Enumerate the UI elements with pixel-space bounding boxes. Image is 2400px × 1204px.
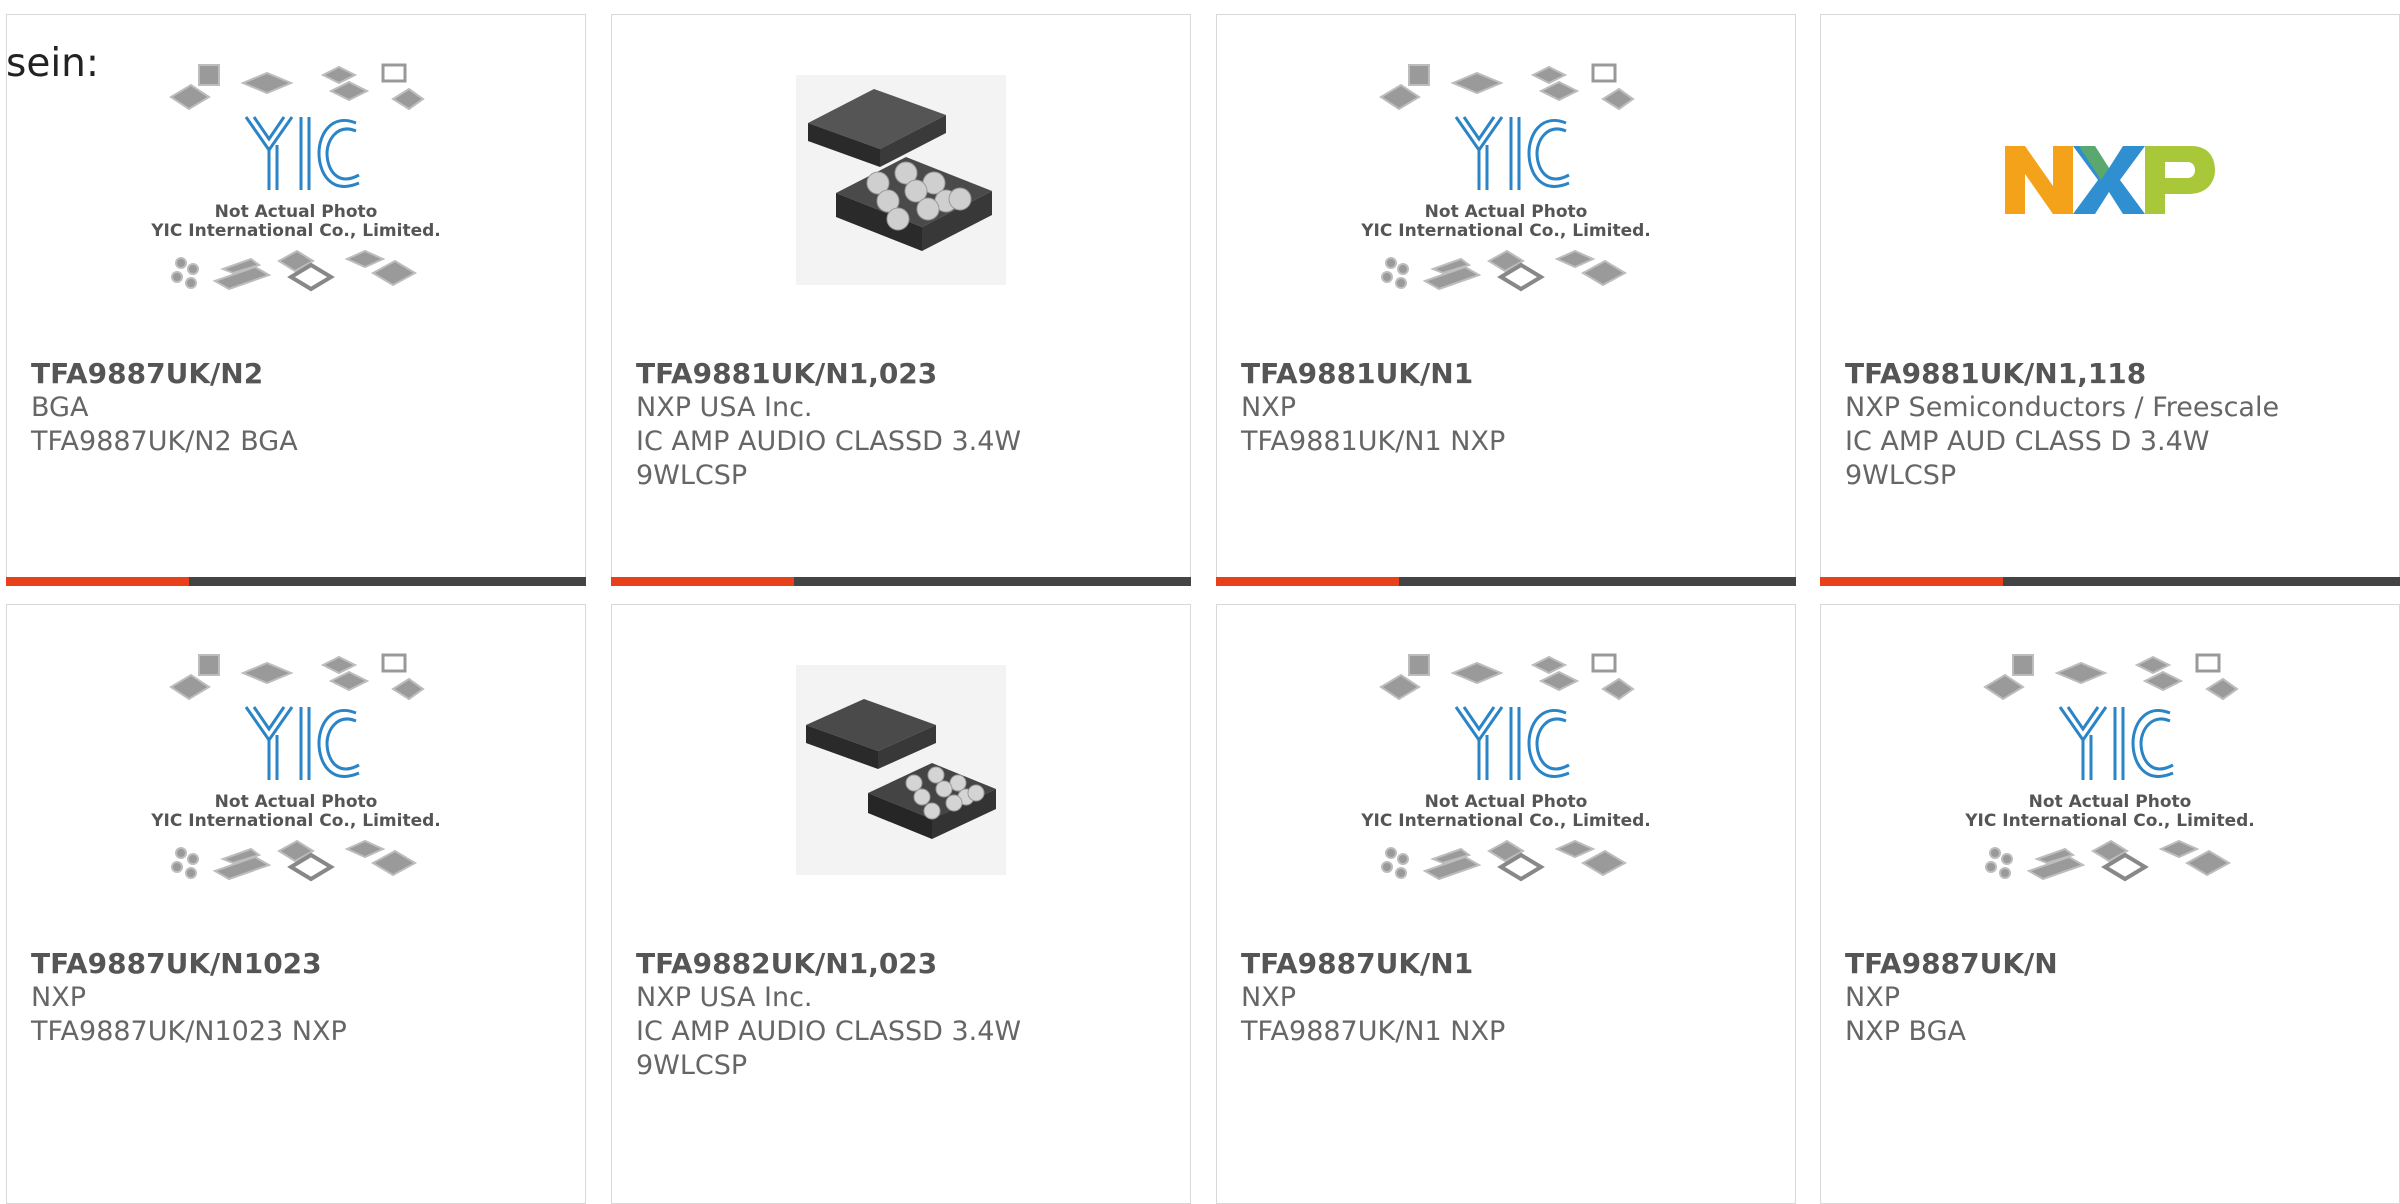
intro-text: sein: [6, 41, 100, 86]
product-card[interactable]: TFA9882UK/N1,023 NXP USA Inc. IC AMP AUD… [611, 604, 1191, 1204]
nxp-logo-icon [2005, 146, 2215, 214]
description: IC AMP AUD CLASS D 3.4W [1845, 426, 2210, 457]
card-accent-bar [1820, 577, 2400, 586]
description: TFA9881UK/N1 NXP [1241, 426, 1506, 457]
chip-photo [796, 665, 1006, 875]
product-image[interactable]: Not Actual Photo YIC International Co., … [1217, 15, 1795, 345]
product-card[interactable]: Not Actual Photo YIC International Co., … [6, 14, 586, 586]
description: IC AMP AUDIO CLASSD 3.4W [636, 1016, 1022, 1047]
card-accent-bar [1216, 577, 1796, 586]
placeholder-caption-2: YIC International Co., Limited. [151, 811, 441, 831]
product-card[interactable]: Not Actual Photo YIC International Co., … [6, 604, 586, 1204]
product-card[interactable]: Not Actual Photo YIC International Co., … [1820, 604, 2400, 1204]
description-cont: 9WLCSP [636, 1050, 748, 1081]
yic-placeholder-image: Not Actual Photo YIC International Co., … [151, 653, 441, 882]
placeholder-caption-2: YIC International Co., Limited. [1361, 811, 1651, 831]
product-image[interactable]: Not Actual Photo YIC International Co., … [7, 605, 585, 935]
placeholder-caption-1: Not Actual Photo [2029, 792, 2192, 812]
chip-photo [796, 75, 1006, 285]
manufacturer: BGA [31, 392, 89, 423]
part-number[interactable]: TFA9887UK/N1 [1241, 947, 1775, 981]
part-number[interactable]: TFA9881UK/N1,118 [1845, 357, 2379, 391]
description: TFA9887UK/N1023 NXP [31, 1016, 347, 1047]
description: IC AMP AUDIO CLASSD 3.4W [636, 426, 1022, 457]
yic-placeholder-image: Not Actual Photo YIC International Co., … [1965, 653, 2255, 882]
product-image[interactable] [1821, 15, 2399, 345]
part-number[interactable]: TFA9887UK/N2 [31, 357, 565, 391]
manufacturer: NXP Semiconductors / Freescale [1845, 392, 2280, 423]
manufacturer: NXP [1241, 982, 1296, 1013]
placeholder-caption-2: YIC International Co., Limited. [151, 221, 441, 241]
placeholder-caption-1: Not Actual Photo [215, 202, 378, 222]
product-image[interactable] [612, 605, 1190, 935]
placeholder-caption-2: YIC International Co., Limited. [1361, 221, 1651, 241]
manufacturer: NXP [31, 982, 86, 1013]
product-image[interactable] [612, 15, 1190, 345]
product-card[interactable]: TFA9881UK/N1,023 NXP USA Inc. IC AMP AUD… [611, 14, 1191, 586]
placeholder-caption-1: Not Actual Photo [1425, 792, 1588, 812]
product-card[interactable]: TFA9881UK/N1,118 NXP Semiconductors / Fr… [1820, 14, 2400, 586]
part-number[interactable]: TFA9881UK/N1,023 [636, 357, 1170, 391]
placeholder-caption-2: YIC International Co., Limited. [1965, 811, 2255, 831]
part-number[interactable]: TFA9882UK/N1,023 [636, 947, 1170, 981]
placeholder-caption-1: Not Actual Photo [215, 792, 378, 812]
manufacturer: NXP [1845, 982, 1900, 1013]
card-accent-bar [6, 577, 586, 586]
yic-placeholder-image: Not Actual Photo YIC International Co., … [1361, 63, 1651, 292]
description: NXP BGA [1845, 1016, 1966, 1047]
description: TFA9887UK/N2 BGA [31, 426, 298, 457]
part-number[interactable]: TFA9887UK/N [1845, 947, 2379, 981]
part-number[interactable]: TFA9881UK/N1 [1241, 357, 1775, 391]
placeholder-caption-1: Not Actual Photo [1425, 202, 1588, 222]
card-accent-bar [611, 577, 1191, 586]
manufacturer: NXP USA Inc. [636, 392, 813, 423]
part-number[interactable]: TFA9887UK/N1023 [31, 947, 565, 981]
product-card[interactable]: Not Actual Photo YIC International Co., … [1216, 14, 1796, 586]
description-cont: 9WLCSP [636, 460, 748, 491]
yic-placeholder-image: Not Actual Photo YIC International Co., … [151, 63, 441, 292]
manufacturer: NXP USA Inc. [636, 982, 813, 1013]
yic-placeholder-image: Not Actual Photo YIC International Co., … [1361, 653, 1651, 882]
product-image[interactable]: Not Actual Photo YIC International Co., … [1217, 605, 1795, 935]
description: TFA9887UK/N1 NXP [1241, 1016, 1506, 1047]
manufacturer: NXP [1241, 392, 1296, 423]
description-cont: 9WLCSP [1845, 460, 1957, 491]
product-card[interactable]: Not Actual Photo YIC International Co., … [1216, 604, 1796, 1204]
product-image[interactable]: Not Actual Photo YIC International Co., … [1821, 605, 2399, 935]
